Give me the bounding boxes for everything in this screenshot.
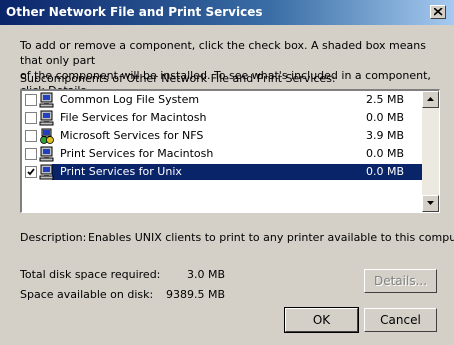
component-size: 0.0 MB <box>365 111 404 124</box>
component-name: Print Services for Macintosh <box>60 147 214 160</box>
arrow-up-icon <box>427 97 434 101</box>
component-checkbox[interactable] <box>25 130 37 142</box>
required-space-label: Total disk space required: <box>20 268 161 281</box>
component-name: Common Log File System <box>60 93 200 106</box>
ok-button[interactable]: OK <box>284 307 359 333</box>
available-space-label: Space available on disk: <box>20 288 154 301</box>
available-space-value: 9389.5 MB <box>165 288 225 301</box>
checkmark-icon <box>27 168 35 176</box>
cancel-button[interactable]: Cancel <box>364 308 437 332</box>
arrow-down-icon <box>427 201 434 205</box>
component-size: 3.9 MB <box>365 129 404 142</box>
components-list-items: Common Log File System 2.5 MB File Service… <box>22 91 422 181</box>
component-row[interactable]: Print Services for Unix 0.0 MB <box>22 163 422 181</box>
vertical-scrollbar[interactable] <box>422 91 439 212</box>
details-button[interactable]: Details... <box>364 269 437 293</box>
component-size: 0.0 MB <box>365 165 404 178</box>
scroll-up-button[interactable] <box>422 91 439 108</box>
close-icon <box>434 8 443 16</box>
description-label: Description: <box>20 231 87 244</box>
component-size: 2.5 MB <box>365 93 404 106</box>
computer-icon <box>39 110 55 126</box>
component-name: Print Services for Unix <box>60 165 182 178</box>
component-checkbox[interactable] <box>25 94 37 106</box>
component-name: Microsoft Services for NFS <box>60 129 204 142</box>
component-checkbox[interactable] <box>25 112 37 124</box>
title-bar[interactable]: Other Network File and Print Services <box>0 0 454 25</box>
close-button[interactable] <box>430 5 446 19</box>
computer-icon <box>39 146 55 162</box>
required-space-value: 3.0 MB <box>186 268 225 281</box>
computer-icon <box>39 92 55 108</box>
component-row[interactable]: File Services for Macintosh 0.0 MB <box>22 109 422 127</box>
dialog-window: Other Network File and Print Services To… <box>0 0 454 345</box>
description-text: Enables UNIX clients to print to any pri… <box>88 231 454 244</box>
component-row[interactable]: Print Services for Macintosh 0.0 MB <box>22 145 422 163</box>
computer-icon <box>39 164 55 180</box>
scroll-down-button[interactable] <box>422 195 439 212</box>
component-checkbox[interactable] <box>25 166 37 178</box>
component-row[interactable]: Microsoft Services for NFS 3.9 MB <box>22 127 422 145</box>
component-name: File Services for Macintosh <box>60 111 207 124</box>
component-size: 0.0 MB <box>365 147 404 160</box>
component-row[interactable]: Common Log File System 2.5 MB <box>22 91 422 109</box>
component-checkbox[interactable] <box>25 148 37 160</box>
network-services-icon <box>39 128 55 144</box>
subcomponents-label: Subcomponents of Other Network File and … <box>20 72 336 85</box>
components-list[interactable]: Common Log File System 2.5 MB File Service… <box>20 89 440 213</box>
window-title: Other Network File and Print Services <box>6 5 263 19</box>
